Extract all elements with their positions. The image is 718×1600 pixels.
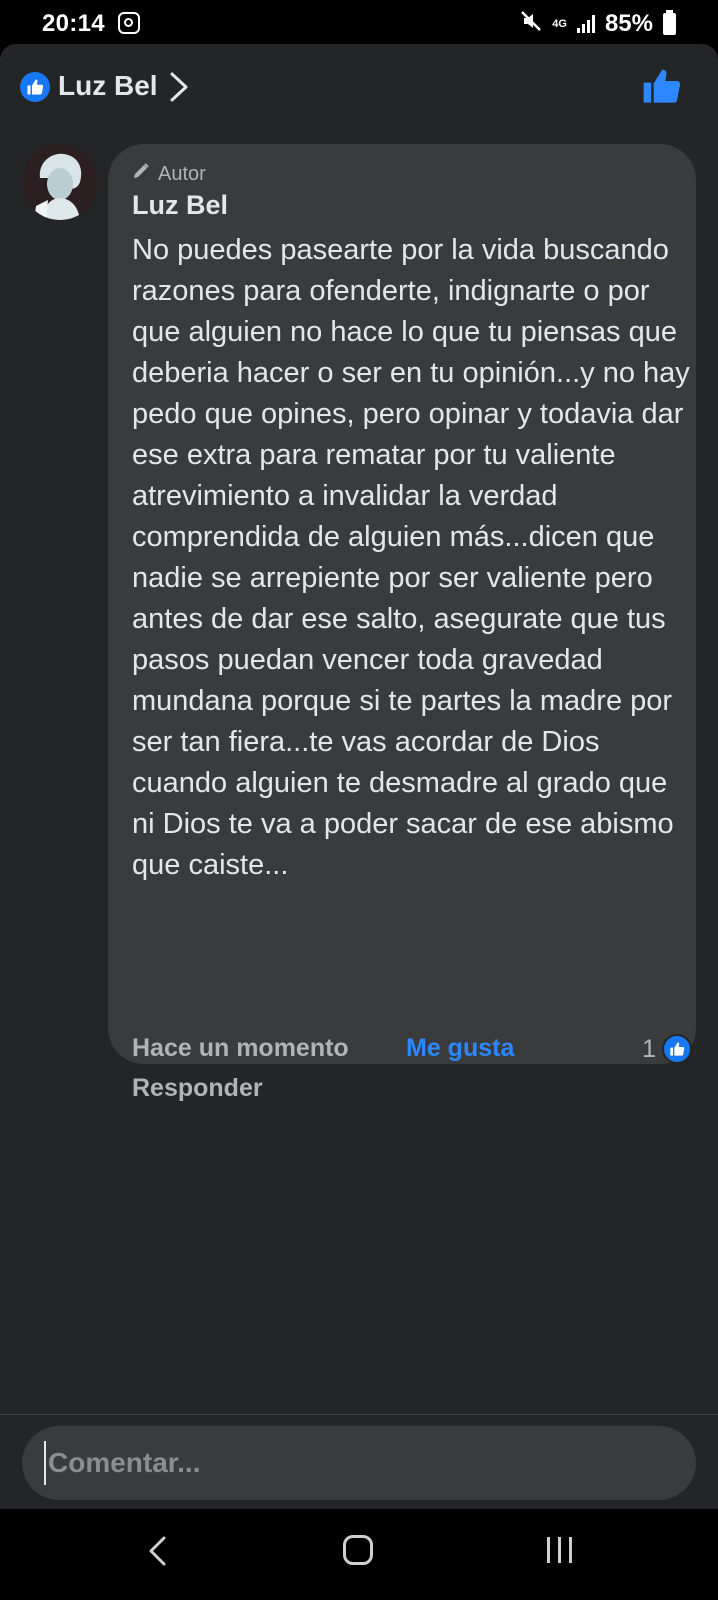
page-header: Luz Bel (0, 44, 718, 134)
like-comment-button[interactable]: Me gusta (406, 1034, 514, 1063)
thumbs-up-icon (643, 69, 681, 103)
signal-icon (576, 15, 595, 33)
text-caret (44, 1441, 46, 1485)
home-icon[interactable] (343, 1535, 373, 1565)
system-nav-bar (0, 1510, 718, 1600)
comment-author-name[interactable]: Luz Bel (132, 190, 228, 221)
comment-screen: Luz Bel Autor Luz Bel No puedes pasearte… (0, 44, 718, 1509)
recents-icon[interactable] (547, 1537, 572, 1563)
avatar[interactable] (22, 144, 98, 220)
status-bar: 20:14 4G 85% (0, 0, 718, 46)
author-badge: Autor (132, 162, 206, 186)
thumbs-up-icon (662, 1034, 692, 1064)
battery-icon (663, 10, 676, 35)
like-page-button[interactable] (642, 66, 682, 106)
reply-button[interactable]: Responder (132, 1074, 263, 1103)
battery-percent: 85% (604, 10, 653, 37)
comment-text: No puedes pasearte por la vida buscando … (132, 234, 690, 881)
thumbs-up-icon (20, 72, 50, 102)
reaction-count: 1 (642, 1034, 656, 1063)
instagram-icon (118, 12, 140, 34)
comment-timestamp[interactable]: Hace un momento (132, 1034, 349, 1063)
chevron-right-icon[interactable] (168, 70, 190, 109)
status-time: 20:14 (42, 10, 105, 37)
author-badge-label: Autor (158, 162, 206, 185)
reaction-summary[interactable]: 1 (642, 1034, 692, 1064)
composer-divider (0, 1414, 718, 1415)
back-icon[interactable] (146, 1534, 170, 1573)
network-type: 4G (552, 18, 567, 30)
page-title[interactable]: Luz Bel (58, 70, 158, 102)
status-indicators: 4G 85% (520, 10, 676, 38)
comment-input-placeholder: Comentar... (48, 1447, 201, 1478)
comment-input[interactable]: Comentar... (22, 1426, 696, 1500)
comment-actions: Hace un momento Me gusta Responder 1 (132, 1034, 692, 1124)
comment-bubble[interactable]: Autor Luz Bel No puedes pasearte por la … (108, 144, 696, 1064)
mute-icon (520, 10, 542, 38)
pencil-icon (132, 162, 150, 186)
